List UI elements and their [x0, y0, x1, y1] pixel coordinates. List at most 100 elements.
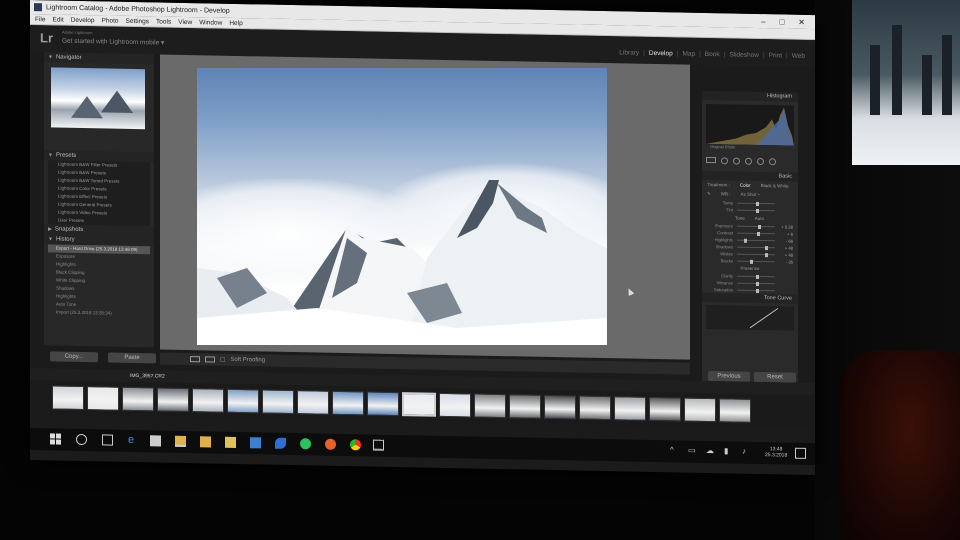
radial-filter-icon[interactable] — [757, 157, 764, 165]
slider-knob[interactable] — [757, 231, 761, 236]
filmstrip-thumbnail[interactable] — [439, 392, 471, 418]
filmstrip-thumbnail[interactable] — [614, 396, 646, 421]
minimize-button[interactable]: – — [761, 17, 765, 26]
menu-edit[interactable]: Edit — [52, 16, 63, 23]
folder-icon[interactable] — [200, 436, 211, 448]
slider-track[interactable] — [737, 274, 775, 279]
filmstrip-thumbnail[interactable] — [649, 396, 681, 422]
filmstrip-thumbnail[interactable] — [684, 397, 716, 423]
filmstrip-thumbnail[interactable] — [157, 387, 189, 413]
graduated-filter-icon[interactable] — [745, 157, 752, 165]
navigator-preview[interactable] — [51, 67, 145, 130]
treatment-color[interactable]: Color — [740, 183, 751, 188]
slider-value[interactable]: - 35 — [779, 259, 793, 265]
lightroom-taskbar-icon[interactable] — [373, 439, 384, 451]
menu-develop[interactable]: Develop — [71, 16, 95, 23]
slider-knob[interactable] — [756, 288, 759, 293]
slider-value[interactable]: + 6 — [779, 231, 793, 237]
loupe-view-icon[interactable] — [190, 356, 200, 363]
slider-track[interactable] — [737, 238, 775, 243]
slider-track[interactable] — [737, 281, 775, 286]
document-icon[interactable] — [225, 436, 236, 448]
filmstrip-thumbnail[interactable] — [402, 392, 436, 417]
file-explorer-icon[interactable] — [175, 435, 186, 447]
slider-track[interactable] — [737, 288, 775, 293]
network-icon[interactable]: ▭ — [688, 446, 699, 457]
module-slideshow[interactable]: Slideshow — [729, 51, 759, 59]
windows-start-icon[interactable] — [50, 433, 61, 445]
slider-value[interactable]: + 0.28 — [779, 224, 793, 229]
slider-value[interactable]: + 48 — [779, 245, 793, 250]
onedrive-icon[interactable]: ☁ — [706, 446, 717, 457]
module-print[interactable]: Print — [769, 52, 782, 59]
slider-knob[interactable] — [757, 224, 761, 229]
copy-button[interactable]: Copy... — [50, 351, 98, 363]
slider-knob[interactable] — [749, 259, 753, 264]
histogram-header[interactable]: Histogram — [702, 90, 798, 102]
slider-knob[interactable] — [756, 281, 759, 286]
menu-photo[interactable]: Photo — [102, 17, 119, 24]
slider-track[interactable] — [737, 224, 775, 229]
slider-knob[interactable] — [765, 245, 769, 250]
wb-select[interactable]: As Shot ÷ — [741, 192, 760, 198]
system-clock[interactable]: 13:48 25.3.2018 — [765, 446, 787, 458]
slider-knob[interactable] — [765, 252, 769, 257]
filmstrip-thumbnail[interactable] — [509, 394, 541, 419]
show-hidden-icons-icon[interactable]: ^ — [670, 445, 681, 456]
module-web[interactable]: Web — [792, 53, 805, 60]
paste-button[interactable]: Paste — [108, 352, 156, 364]
menu-file[interactable]: File — [35, 16, 45, 23]
module-map[interactable]: Map — [682, 51, 695, 58]
menu-help[interactable]: Help — [229, 19, 242, 26]
module-develop[interactable]: Develop — [649, 50, 673, 57]
filmstrip-thumbnail[interactable] — [52, 385, 84, 411]
slider-track[interactable] — [737, 259, 775, 264]
brush-icon[interactable] — [769, 157, 776, 165]
auto-tone-button[interactable]: Auto — [755, 216, 764, 221]
winamp-icon[interactable] — [275, 437, 286, 449]
before-after-icon[interactable] — [205, 356, 215, 363]
filmstrip-thumbnail[interactable] — [192, 388, 224, 413]
filmstrip-thumbnail[interactable] — [332, 390, 364, 416]
tone-curve-graph[interactable] — [706, 304, 794, 331]
slider-knob[interactable] — [743, 238, 747, 243]
store-icon[interactable] — [150, 435, 161, 447]
filmstrip-thumbnail[interactable] — [544, 394, 576, 420]
filmstrip-thumbnail[interactable] — [227, 388, 259, 414]
tone-curve-header[interactable]: Tone Curve — [702, 292, 798, 304]
action-center-icon[interactable] — [795, 447, 806, 459]
close-button[interactable]: ✕ — [798, 17, 805, 26]
soft-proofing-checkbox-icon[interactable]: ☐ — [220, 356, 225, 363]
edge-browser-icon[interactable]: e — [128, 434, 139, 446]
firefox-icon[interactable] — [325, 438, 336, 450]
eyedropper-icon[interactable]: ✎ — [707, 191, 711, 197]
filmstrip-thumbnail[interactable] — [474, 393, 506, 419]
slider-track[interactable] — [737, 252, 775, 257]
maximize-button[interactable]: □ — [779, 17, 784, 26]
search-icon[interactable] — [76, 433, 87, 446]
filmstrip-thumbnail[interactable] — [367, 391, 399, 417]
navigator-header[interactable]: ▼ Navigator — [44, 52, 154, 65]
filmstrip-thumbnail[interactable] — [579, 395, 611, 421]
crop-tool-icon[interactable] — [706, 156, 716, 164]
filmstrip-thumbnail[interactable] — [262, 389, 294, 415]
slider-value[interactable]: + 48 — [779, 252, 793, 257]
module-library[interactable]: Library — [619, 49, 639, 56]
module-book[interactable]: Book — [705, 51, 720, 58]
menu-tools[interactable]: Tools — [156, 18, 171, 25]
history-step[interactable]: Import (25.3.2018 13:35:34) — [48, 308, 150, 318]
treatment-bw[interactable]: Black & White — [761, 183, 789, 189]
filmstrip-thumbnail[interactable] — [297, 390, 329, 415]
main-photo-mountains[interactable] — [197, 68, 607, 345]
slider-value[interactable]: - 66 — [779, 238, 793, 244]
red-eye-icon[interactable] — [733, 156, 740, 165]
mail-icon[interactable] — [250, 437, 261, 449]
slider-track[interactable] — [737, 245, 775, 250]
spotify-icon[interactable] — [300, 438, 311, 450]
chrome-icon[interactable] — [350, 439, 361, 451]
menu-view[interactable]: View — [178, 18, 192, 25]
spot-removal-icon[interactable] — [721, 156, 728, 164]
identity-plate[interactable]: Get started with Lightroom mobile ▾ — [62, 37, 164, 47]
slider-knob[interactable] — [756, 274, 759, 279]
task-view-icon[interactable] — [102, 434, 113, 446]
